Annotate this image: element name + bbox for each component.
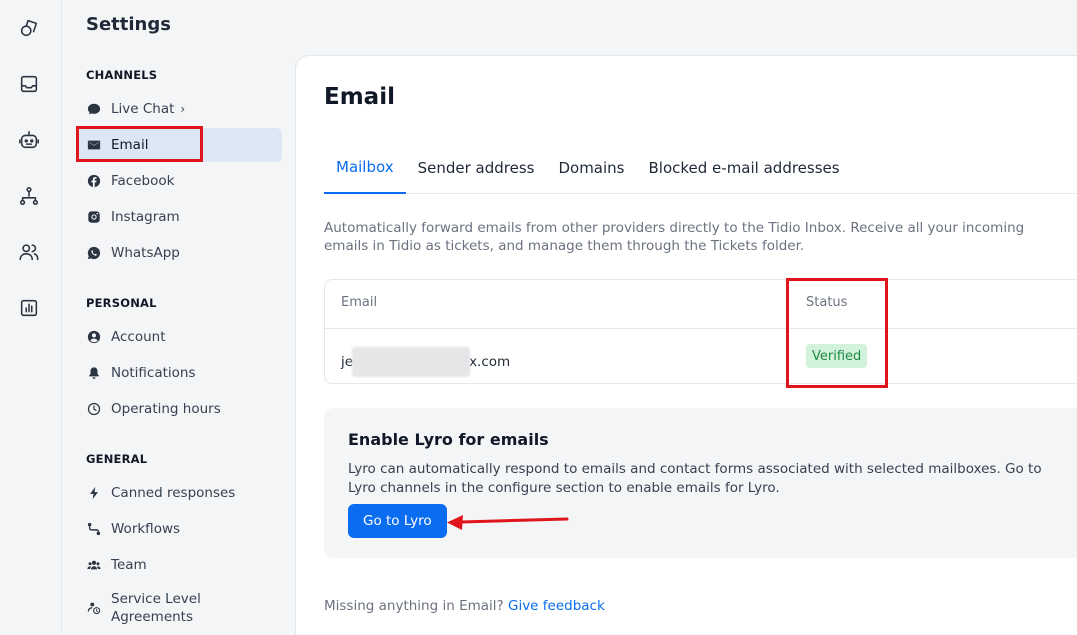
sidebar-item-label: Email (111, 137, 149, 153)
facebook-icon (87, 174, 101, 188)
table-divider (325, 328, 1077, 329)
users-icon[interactable] (17, 240, 41, 264)
inbox-icon[interactable] (17, 72, 41, 96)
sidebar-item-label: WhatsApp (111, 245, 180, 261)
give-feedback-link[interactable]: Give feedback (508, 598, 605, 614)
tab-bar: Mailbox Sender address Domains Blocked e… (324, 142, 1077, 194)
user-circle-icon (87, 330, 101, 344)
footer-text: Missing anything in Email? (324, 598, 504, 614)
sidebar-item-live-chat[interactable]: Live Chat › (76, 92, 282, 126)
mailbox-table: Email Status je x.com Verified (324, 279, 1077, 384)
tab-domains[interactable]: Domains (546, 142, 636, 194)
sidebar-item-label: Account (111, 329, 166, 345)
shapes-icon[interactable] (17, 16, 41, 40)
bot-icon[interactable] (17, 128, 41, 152)
email-suffix: x.com (469, 354, 511, 370)
page-title: Email (324, 84, 395, 110)
table-row[interactable]: je x.com (341, 347, 510, 377)
feedback-footer: Missing anything in Email? Give feedback (324, 598, 605, 614)
icon-rail (0, 0, 62, 635)
chevron-right-icon: › (180, 102, 186, 116)
sidebar-item-facebook[interactable]: Facebook (76, 164, 282, 198)
sidebar-item-label: Notifications (111, 365, 196, 381)
sidebar-item-service-level-agreements[interactable]: Service Level Agreements (76, 588, 282, 628)
whatsapp-icon (87, 246, 101, 260)
status-badge: Verified (806, 344, 868, 368)
column-header-email: Email (341, 295, 378, 310)
tab-sender-address[interactable]: Sender address (406, 142, 547, 194)
sidebar-item-notifications[interactable]: Notifications (76, 356, 282, 390)
sla-icon (87, 601, 101, 615)
sidebar-item-label: Team (111, 557, 147, 573)
settings-sidebar: Settings CHANNELS Live Chat › Email Face… (63, 0, 294, 635)
clock-icon (87, 402, 101, 416)
sidebar-title: Settings (86, 14, 171, 35)
analytics-icon[interactable] (17, 296, 41, 320)
sidebar-item-label: Instagram (111, 209, 180, 225)
sidebar-item-team[interactable]: Team (76, 548, 282, 582)
sidebar-item-operating-hours[interactable]: Operating hours (76, 392, 282, 426)
flow-icon[interactable] (17, 184, 41, 208)
lyro-card: Enable Lyro for emails Lyro can automati… (324, 408, 1077, 558)
sidebar-item-label: Workflows (111, 521, 181, 537)
sidebar-item-email[interactable]: Email (76, 128, 282, 162)
tab-blocked-email-addresses[interactable]: Blocked e-mail addresses (637, 142, 852, 194)
sidebar-item-canned-responses[interactable]: Canned responses (76, 476, 282, 510)
chat-bubble-icon (87, 102, 101, 116)
sidebar-item-workflows[interactable]: Workflows (76, 512, 282, 546)
tab-mailbox[interactable]: Mailbox (324, 142, 406, 194)
section-personal: PERSONAL (86, 296, 157, 310)
sidebar-item-label: Service Level Agreements (111, 590, 201, 626)
mailbox-description: Automatically forward emails from other … (324, 220, 1025, 254)
sla-label-line2: Agreements (111, 609, 194, 625)
sidebar-item-label: Canned responses (111, 485, 236, 501)
workflow-icon (87, 522, 101, 536)
go-to-lyro-button[interactable]: Go to Lyro (348, 504, 447, 538)
main-panel: Email Mailbox Sender address Domains Blo… (295, 55, 1077, 635)
lyro-title: Enable Lyro for emails (348, 430, 549, 449)
section-general: GENERAL (86, 452, 148, 466)
lightning-icon (87, 486, 101, 500)
sidebar-item-label: Operating hours (111, 401, 221, 417)
instagram-icon (87, 210, 101, 224)
redacted-blur (352, 347, 471, 377)
lyro-description: Lyro can automatically respond to emails… (348, 461, 1042, 496)
team-icon (87, 558, 101, 572)
column-header-status: Status (806, 295, 848, 310)
sidebar-item-whatsapp[interactable]: WhatsApp (76, 236, 282, 270)
sidebar-item-instagram[interactable]: Instagram (76, 200, 282, 234)
envelope-icon (87, 138, 101, 152)
sidebar-item-label: Live Chat (111, 101, 175, 117)
sidebar-item-account[interactable]: Account (76, 320, 282, 354)
section-channels: CHANNELS (86, 68, 158, 82)
bell-icon (87, 366, 101, 380)
sla-label-line1: Service Level (111, 591, 201, 607)
sidebar-item-label: Facebook (111, 173, 175, 189)
